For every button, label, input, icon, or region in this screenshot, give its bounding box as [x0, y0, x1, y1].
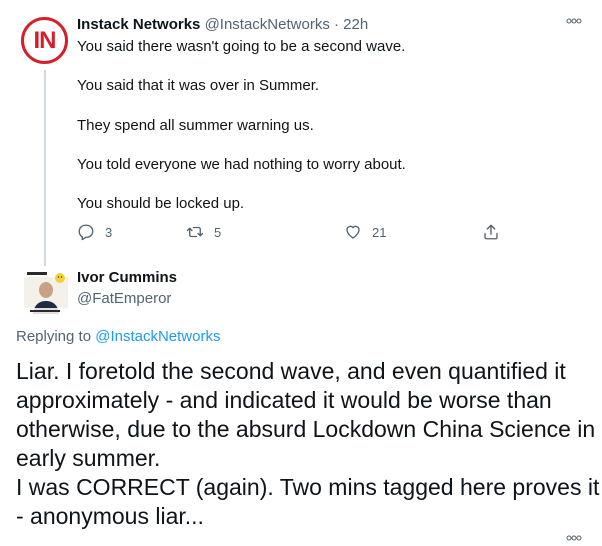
share-button[interactable] [482, 223, 500, 241]
like-count: 21 [372, 224, 387, 240]
tweet-line: otherwise, due to the absurd Lockdown Ch… [16, 416, 596, 442]
tweet-line: early summer. [16, 445, 161, 471]
like-button[interactable]: 21 [344, 223, 386, 241]
avatar-logo-text: IN [33, 26, 57, 54]
thread-line [44, 70, 46, 266]
author-name[interactable]: Instack Networks [77, 16, 200, 33]
replying-to-link[interactable]: @InstackNetworks [95, 328, 220, 345]
tweet-ivor-cummins[interactable]: Ivor Cummins @FatEmperor Replying to @In… [0, 262, 602, 546]
tweet-line: approximately - and indicated it would b… [16, 387, 552, 413]
replying-to: Replying to @InstackNetworks [16, 328, 220, 345]
tweet-text: Liar. I foretold the second wave, and ev… [16, 357, 600, 531]
tweet-actions: 3 5 21 [77, 223, 507, 245]
tweet-line: You said that it was over in Summer. [77, 77, 320, 94]
author-handle[interactable]: @FatEmperor [77, 289, 177, 309]
avatar[interactable]: IN [21, 17, 68, 64]
retweet-button[interactable]: 5 [186, 223, 221, 241]
tweet-line: You said there wasn't going to be a seco… [77, 38, 406, 55]
author-handle[interactable]: @InstackNetworks [205, 16, 330, 33]
author-name[interactable]: Ivor Cummins [77, 269, 177, 286]
tweet-header: Instack Networks @InstackNetworks · 22h [77, 15, 368, 35]
tweet-line: - anonymous liar... [16, 503, 204, 529]
reply-button[interactable]: 3 [77, 223, 112, 241]
retweet-icon [186, 226, 204, 238]
tweet-line: They spend all summer warning us. [77, 117, 314, 134]
tweet-header: Ivor Cummins @FatEmperor [77, 268, 177, 309]
reply-count: 3 [105, 224, 113, 240]
tweet-line: I was CORRECT (again). Two mins tagged h… [16, 474, 600, 500]
heart-icon [346, 225, 360, 239]
retweet-count: 5 [214, 224, 222, 240]
tweet-line: Liar. I foretold the second wave, and ev… [16, 358, 566, 384]
tweet-line: You told everyone we had nothing to worr… [77, 156, 406, 173]
tweet-instack-networks[interactable]: IN Instack Networks @InstackNetworks · 2… [0, 0, 602, 266]
replying-prefix: Replying to [16, 328, 92, 345]
more-options-icon[interactable] [566, 14, 582, 29]
tweet-time[interactable]: 22h [343, 16, 368, 33]
more-options-icon[interactable] [566, 531, 582, 546]
avatar[interactable] [24, 270, 68, 314]
separator: · [334, 16, 339, 33]
tweet-line: You should be locked up. [77, 195, 245, 212]
avatar-photo [24, 270, 68, 314]
share-icon [484, 224, 498, 240]
reply-icon [78, 224, 94, 241]
